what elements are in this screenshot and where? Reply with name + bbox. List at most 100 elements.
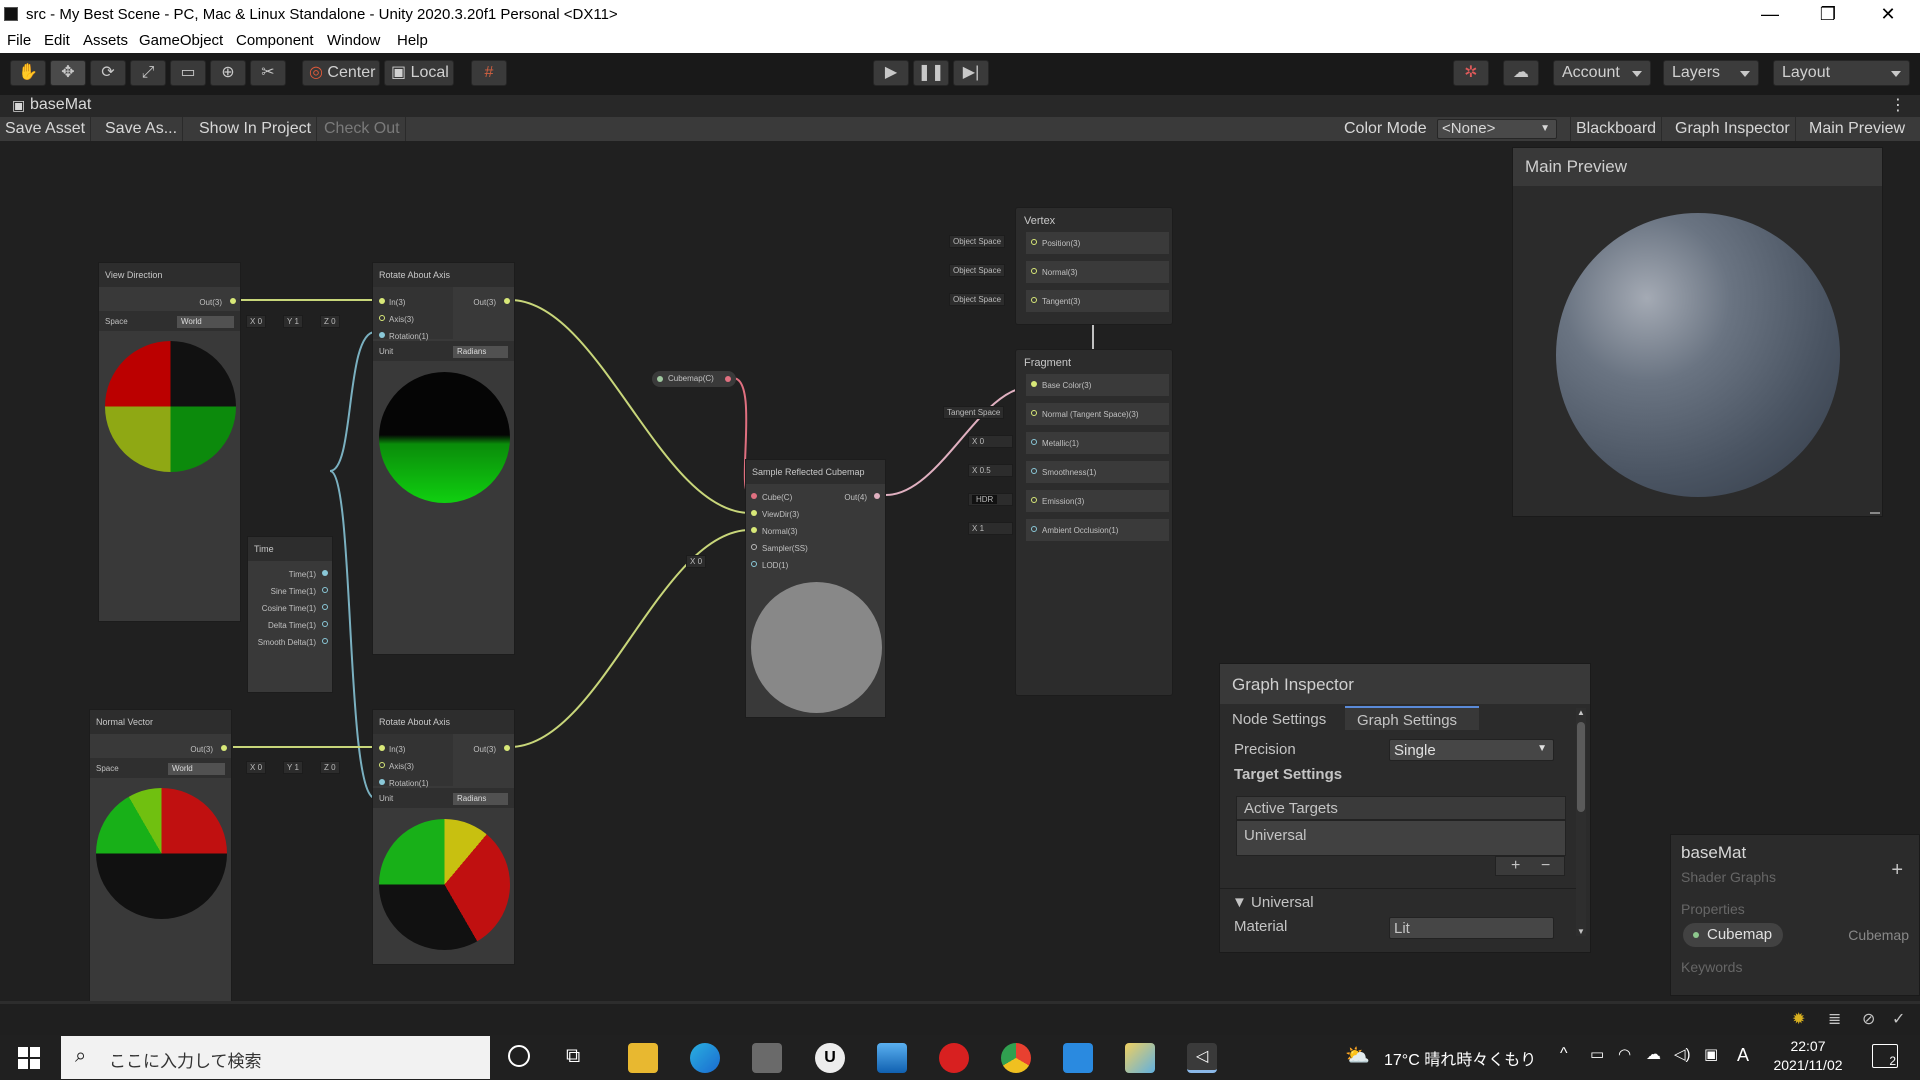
antivirus-icon[interactable] (939, 1043, 969, 1073)
account-dropdown[interactable]: Account (1553, 60, 1651, 86)
smoothness-slot[interactable]: Smoothness(1) (1026, 461, 1169, 483)
maximize-button[interactable]: ❐ (1805, 0, 1851, 29)
rect-tool-icon[interactable]: ▭ (170, 60, 206, 86)
fragment-block[interactable]: Fragment Base Color(3) Normal (Tangent S… (1015, 349, 1173, 696)
lod-port[interactable] (751, 561, 757, 567)
blackboard-panel[interactable]: baseMat Shader Graphs + Properties Cubem… (1670, 834, 1920, 996)
out-port[interactable] (504, 745, 510, 751)
tab-graph-settings[interactable]: Graph Settings (1345, 706, 1479, 730)
in-port[interactable] (379, 745, 385, 751)
ambient-occlusion-slot[interactable]: Ambient Occlusion(1) (1026, 519, 1169, 541)
target-list-item[interactable]: Universal (1236, 820, 1566, 856)
main-preview-panel[interactable]: Main Preview (1512, 147, 1883, 517)
axis-port[interactable] (379, 762, 385, 768)
volume-icon[interactable]: ◁) (1674, 1045, 1691, 1063)
add-property-button[interactable]: + (1891, 859, 1903, 882)
grid-snap-icon[interactable]: # (471, 60, 507, 86)
menu-component[interactable]: Component (236, 32, 314, 49)
menu-file[interactable]: File (7, 32, 31, 49)
rotation-port[interactable] (379, 332, 385, 338)
emission-hdr-field[interactable]: HDR (968, 493, 1013, 506)
metallic-field[interactable]: X 0 (968, 435, 1013, 448)
minimize-button[interactable]: — (1747, 0, 1793, 29)
viewdir-port[interactable] (751, 510, 757, 516)
menu-assets[interactable]: Assets (83, 32, 128, 49)
menu-help[interactable]: Help (397, 32, 428, 49)
weather-text[interactable]: 17°C 晴れ時々くもり (1384, 1046, 1536, 1070)
time-port[interactable] (322, 570, 328, 576)
smooth-delta-port[interactable] (322, 638, 328, 644)
remove-target-button[interactable]: − (1541, 857, 1550, 875)
step-button[interactable]: ▶| (953, 60, 989, 86)
space-dropdown[interactable]: World (177, 316, 234, 328)
axis-x-field[interactable]: X 0 (246, 315, 267, 328)
in-port[interactable] (379, 298, 385, 304)
display-icon[interactable]: ▣ (1704, 1045, 1718, 1063)
delta-time-port[interactable] (322, 621, 328, 627)
rotate-about-axis-node-2[interactable]: Rotate About Axis In(3) Axis(3) Rotation… (372, 709, 515, 965)
out-port[interactable] (874, 493, 880, 499)
normal-tangent-slot[interactable]: Normal (Tangent Space)(3) (1026, 403, 1169, 425)
scroll-thumb[interactable] (1577, 722, 1585, 812)
unit-dropdown[interactable]: Radians (453, 346, 508, 358)
axis-z-field[interactable]: Z 0 (320, 315, 340, 328)
add-target-button[interactable]: + (1511, 857, 1520, 875)
inspector-scrollbar[interactable]: ▲ ▼ (1576, 708, 1586, 936)
out-port[interactable] (230, 298, 236, 304)
precision-dropdown[interactable]: Single ▼ (1389, 739, 1554, 761)
emission-slot[interactable]: Emission(3) (1026, 490, 1169, 512)
play-button[interactable]: ▶ (873, 60, 909, 86)
tangent-slot[interactable]: Tangent(3) (1026, 290, 1169, 312)
cubemap-property-node[interactable]: Cubemap(C) (652, 371, 736, 387)
position-slot[interactable]: Position(3) (1026, 232, 1169, 254)
chrome-icon[interactable] (1001, 1043, 1031, 1073)
pause-button[interactable]: ❚❚ (913, 60, 949, 86)
ao-field[interactable]: X 1 (968, 522, 1013, 535)
ime-indicator[interactable]: A (1737, 1045, 1749, 1066)
layout-dropdown[interactable]: Layout (1773, 60, 1910, 86)
show-in-project-button[interactable]: Show In Project (194, 117, 318, 141)
sine-time-port[interactable] (322, 587, 328, 593)
scale-tool-icon[interactable]: ⤢ (130, 60, 166, 86)
collab-icon[interactable]: ✲ (1453, 60, 1489, 86)
bug-icon[interactable]: ✹ (1792, 1009, 1805, 1029)
material-dropdown[interactable]: Lit (1389, 917, 1554, 939)
menu-edit[interactable]: Edit (44, 32, 70, 49)
custom-tool-icon[interactable]: ✂ (250, 60, 286, 86)
blackboard-toggle[interactable]: Blackboard (1570, 117, 1663, 141)
pivot-toggle[interactable]: ◎ Center (302, 60, 380, 86)
menu-window[interactable]: Window (327, 32, 380, 49)
store-icon[interactable] (752, 1043, 782, 1073)
main-preview-toggle[interactable]: Main Preview (1804, 117, 1910, 141)
space-toggle[interactable]: ▣ Local (384, 60, 454, 86)
hand-tool-icon[interactable]: ✋ (10, 60, 46, 86)
cube-port[interactable] (751, 493, 757, 499)
tangent-space-field[interactable]: Object Space (949, 293, 1006, 306)
preview-sphere[interactable] (1556, 213, 1840, 497)
position-space-field[interactable]: Object Space (949, 235, 1006, 248)
space-dropdown[interactable]: World (168, 763, 225, 775)
menu-gameobject[interactable]: GameObject (139, 32, 223, 49)
close-button[interactable]: ✕ (1865, 0, 1911, 29)
task-view-icon[interactable]: ⧉ (566, 1045, 580, 1068)
normal-port[interactable] (751, 527, 757, 533)
cosine-time-port[interactable] (322, 604, 328, 610)
unreal-engine-icon[interactable]: U (815, 1043, 845, 1073)
cubemap-property-pill[interactable]: Cubemap (1683, 923, 1783, 947)
transform-tool-icon[interactable]: ⊕ (210, 60, 246, 86)
normal-space-field[interactable]: Tangent Space (943, 406, 1005, 419)
sampler-port[interactable] (751, 544, 757, 550)
view-direction-node[interactable]: View Direction Out(3) Space World (98, 262, 241, 622)
lod-field[interactable]: X 0 (686, 555, 707, 568)
cache-server-icon[interactable]: ≣ (1828, 1009, 1841, 1029)
unity-taskbar-icon[interactable]: ◁ (1187, 1043, 1217, 1073)
axis-port[interactable] (379, 315, 385, 321)
more-options-icon[interactable]: ⋮ (1890, 95, 1906, 115)
network-icon[interactable]: ☁ (1646, 1045, 1661, 1063)
out-port[interactable] (221, 745, 227, 751)
normal-space-field[interactable]: Object Space (949, 264, 1006, 277)
out-port[interactable] (504, 298, 510, 304)
smoothness-field[interactable]: X 0.5 (968, 464, 1013, 477)
save-as-button[interactable]: Save As... (100, 117, 184, 141)
photos-icon[interactable] (877, 1043, 907, 1073)
